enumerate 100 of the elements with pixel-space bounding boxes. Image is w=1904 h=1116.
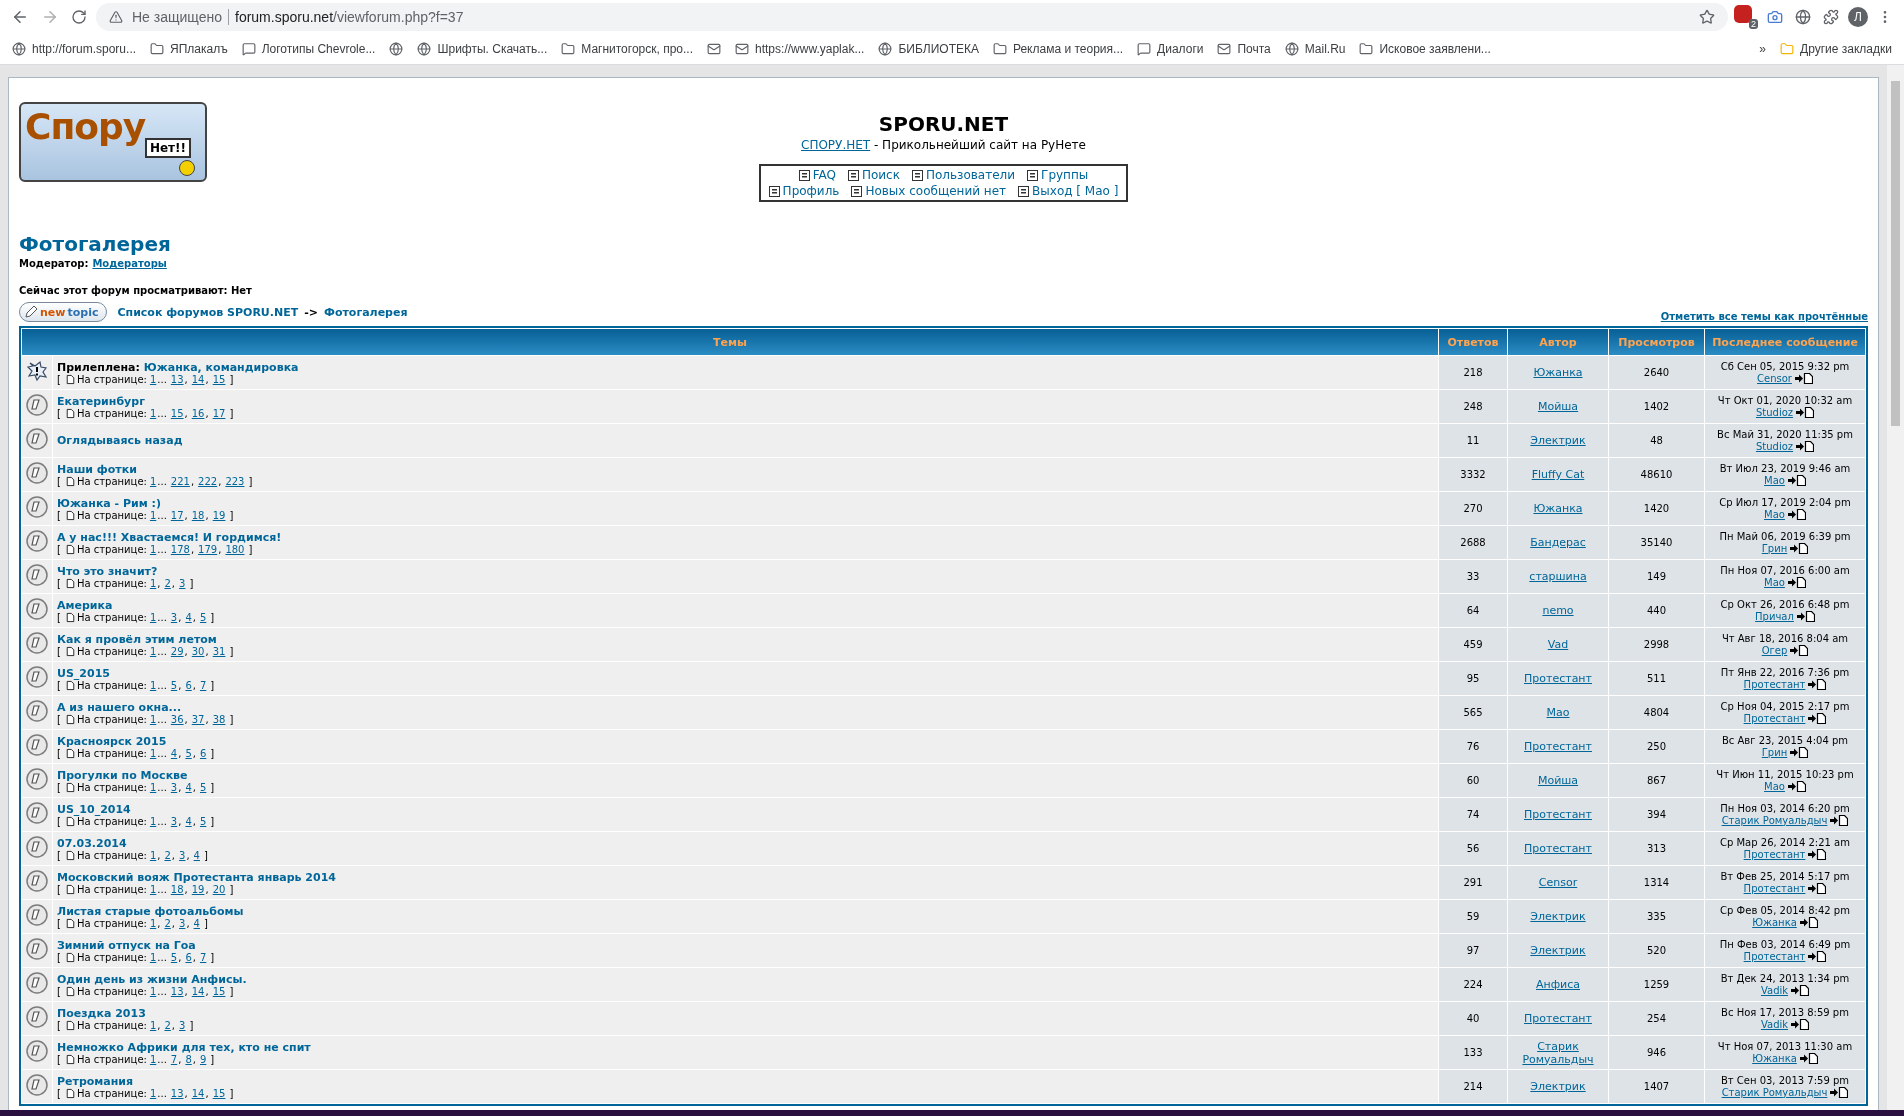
moderators-link[interactable]: Модераторы — [92, 258, 167, 269]
page-link[interactable]: 6 — [185, 951, 192, 963]
author-link[interactable]: Censor — [1538, 876, 1578, 889]
bookmark[interactable]: http://forum.sporu... — [12, 42, 137, 56]
go-to-post-icon[interactable] — [1830, 1087, 1849, 1098]
page-link[interactable]: 1 — [149, 951, 157, 963]
topic-link[interactable]: Московский вояж Протестанта январь 2014 — [57, 870, 336, 884]
topic-link[interactable]: Америка — [57, 598, 113, 612]
page-link[interactable]: 14 — [191, 373, 205, 385]
page-link[interactable]: 6 — [185, 679, 192, 691]
nav-link[interactable]: FAQ — [798, 168, 836, 182]
profile-avatar[interactable]: Л — [1848, 7, 1868, 27]
page-link[interactable]: 1 — [149, 883, 157, 895]
topic-link[interactable]: Что это значит? — [57, 564, 158, 578]
topic-link[interactable]: Прогулки по Москве — [57, 768, 188, 782]
nav-link[interactable]: Пользователи — [911, 168, 1016, 182]
last-post-user[interactable]: Vadik — [1760, 984, 1789, 997]
page-link[interactable]: 221 — [170, 475, 190, 487]
page-link[interactable]: 3 — [179, 917, 186, 929]
scrollbar-thumb[interactable] — [1891, 81, 1900, 426]
page-link[interactable]: 17 — [170, 509, 184, 521]
page-link[interactable]: 1 — [149, 1087, 157, 1099]
page-link[interactable]: 4 — [185, 611, 192, 623]
page-link[interactable]: 17 — [212, 407, 226, 419]
go-to-post-icon[interactable] — [1796, 441, 1815, 452]
home-link[interactable]: СПОРУ.НЕТ — [801, 138, 871, 152]
bookmark[interactable]: Логотипы Chevrole... — [241, 42, 376, 56]
go-to-post-icon[interactable] — [1787, 577, 1806, 588]
topic-link[interactable]: Зимний отпуск на Гоа — [57, 938, 196, 952]
page-link[interactable]: 18 — [191, 509, 205, 521]
page-link[interactable]: 223 — [225, 475, 245, 487]
last-post-user[interactable]: Протестант — [1743, 848, 1806, 861]
bookmark[interactable]: Шрифты. Скачать... — [417, 42, 548, 56]
go-to-post-icon[interactable] — [1799, 917, 1818, 928]
go-to-post-icon[interactable] — [1794, 373, 1813, 384]
page-link[interactable]: 2 — [164, 577, 171, 589]
bookmark[interactable]: Исковое заявлени... — [1359, 42, 1491, 56]
go-to-post-icon[interactable] — [1787, 509, 1806, 520]
last-post-user[interactable]: Южанка — [1752, 1052, 1797, 1065]
page-link[interactable]: 1 — [149, 713, 157, 725]
page-link[interactable]: 9 — [199, 1053, 207, 1065]
topic-link[interactable]: Екатеринбург — [57, 394, 145, 408]
page-link[interactable]: 7 — [199, 679, 207, 691]
go-to-post-icon[interactable] — [1790, 747, 1809, 758]
page-link[interactable]: 15 — [212, 985, 226, 997]
address-bar[interactable]: Не защищено forum.sporu.net/viewforum.php?f=37 — [96, 3, 1728, 31]
page-link[interactable]: 7 — [199, 951, 207, 963]
breadcrumb-link[interactable]: Фотогалерея — [324, 305, 408, 319]
page-link[interactable]: 13 — [170, 985, 184, 997]
topic-link[interactable]: Южанка, командировка — [143, 360, 299, 374]
author-link[interactable]: Мойша — [1537, 774, 1579, 787]
last-post-user[interactable]: Южанка — [1752, 916, 1797, 929]
page-link[interactable]: 15 — [170, 407, 184, 419]
topic-link[interactable]: А у нас!!! Хвастаемся! И гордимся! — [57, 530, 282, 544]
page-link[interactable]: 1 — [149, 1019, 157, 1031]
page-link[interactable]: 4 — [170, 747, 178, 759]
topic-link[interactable]: Южанка - Рим :) — [57, 496, 161, 510]
page-link[interactable]: 1 — [149, 917, 157, 929]
page-link[interactable]: 5 — [199, 611, 207, 623]
bookmark[interactable]: Mail.Ru — [1284, 42, 1346, 56]
page-link[interactable]: 222 — [198, 475, 218, 487]
scrollbar[interactable] — [1887, 65, 1904, 1110]
author-link[interactable]: Южанка — [1533, 366, 1583, 379]
page-link[interactable]: 1 — [149, 611, 157, 623]
last-post-user[interactable]: Грин — [1761, 542, 1788, 555]
page-link[interactable]: 2 — [164, 849, 171, 861]
go-to-post-icon[interactable] — [1808, 883, 1827, 894]
nav-link[interactable]: Новых сообщений нет — [851, 184, 1007, 198]
topic-link[interactable]: Немножко Африки для тех, кто не спит — [57, 1040, 311, 1054]
page-link[interactable]: 5 — [170, 679, 178, 691]
other-bookmarks[interactable]: Другие закладки — [1780, 42, 1892, 56]
last-post-user[interactable]: Грин — [1761, 746, 1788, 759]
page-link[interactable]: 1 — [149, 781, 157, 793]
page-link[interactable]: 20 — [212, 883, 226, 895]
last-post-user[interactable]: Мао — [1764, 576, 1785, 589]
last-post-user[interactable]: Мао — [1764, 508, 1785, 521]
page-link[interactable]: 14 — [191, 1087, 205, 1099]
bookmark[interactable]: Диалоги — [1137, 42, 1204, 56]
mark-read-link[interactable]: Отметить все темы как прочтённые — [1660, 311, 1868, 322]
bookmark[interactable]: ЯПлакалъ — [150, 42, 228, 56]
bookmark[interactable]: Реклама и теория... — [992, 42, 1124, 56]
last-post-user[interactable]: Причал — [1755, 610, 1794, 623]
page-link[interactable]: 5 — [185, 747, 192, 759]
new-topic-button[interactable]: new topic — [19, 302, 108, 322]
page-link[interactable]: 178 — [170, 543, 190, 555]
page-link[interactable]: 1 — [149, 815, 157, 827]
go-to-post-icon[interactable] — [1791, 985, 1810, 996]
page-link[interactable]: 7 — [170, 1053, 178, 1065]
last-post-user[interactable]: Мао — [1764, 780, 1785, 793]
page-link[interactable]: 19 — [191, 883, 205, 895]
page-link[interactable]: 8 — [185, 1053, 192, 1065]
page-link[interactable]: 1 — [149, 849, 157, 861]
topic-link[interactable]: Наши фотки — [57, 462, 137, 476]
page-link[interactable]: 1 — [149, 1053, 157, 1065]
author-link[interactable]: Южанка — [1533, 502, 1583, 515]
last-post-user[interactable]: Старик Ромуальдыч — [1721, 814, 1828, 827]
page-link[interactable]: 15 — [212, 373, 226, 385]
author-link[interactable]: Мойша — [1537, 400, 1579, 413]
topic-link[interactable]: Листая старые фотоальбомы — [57, 904, 244, 918]
page-link[interactable]: 1 — [149, 543, 157, 555]
